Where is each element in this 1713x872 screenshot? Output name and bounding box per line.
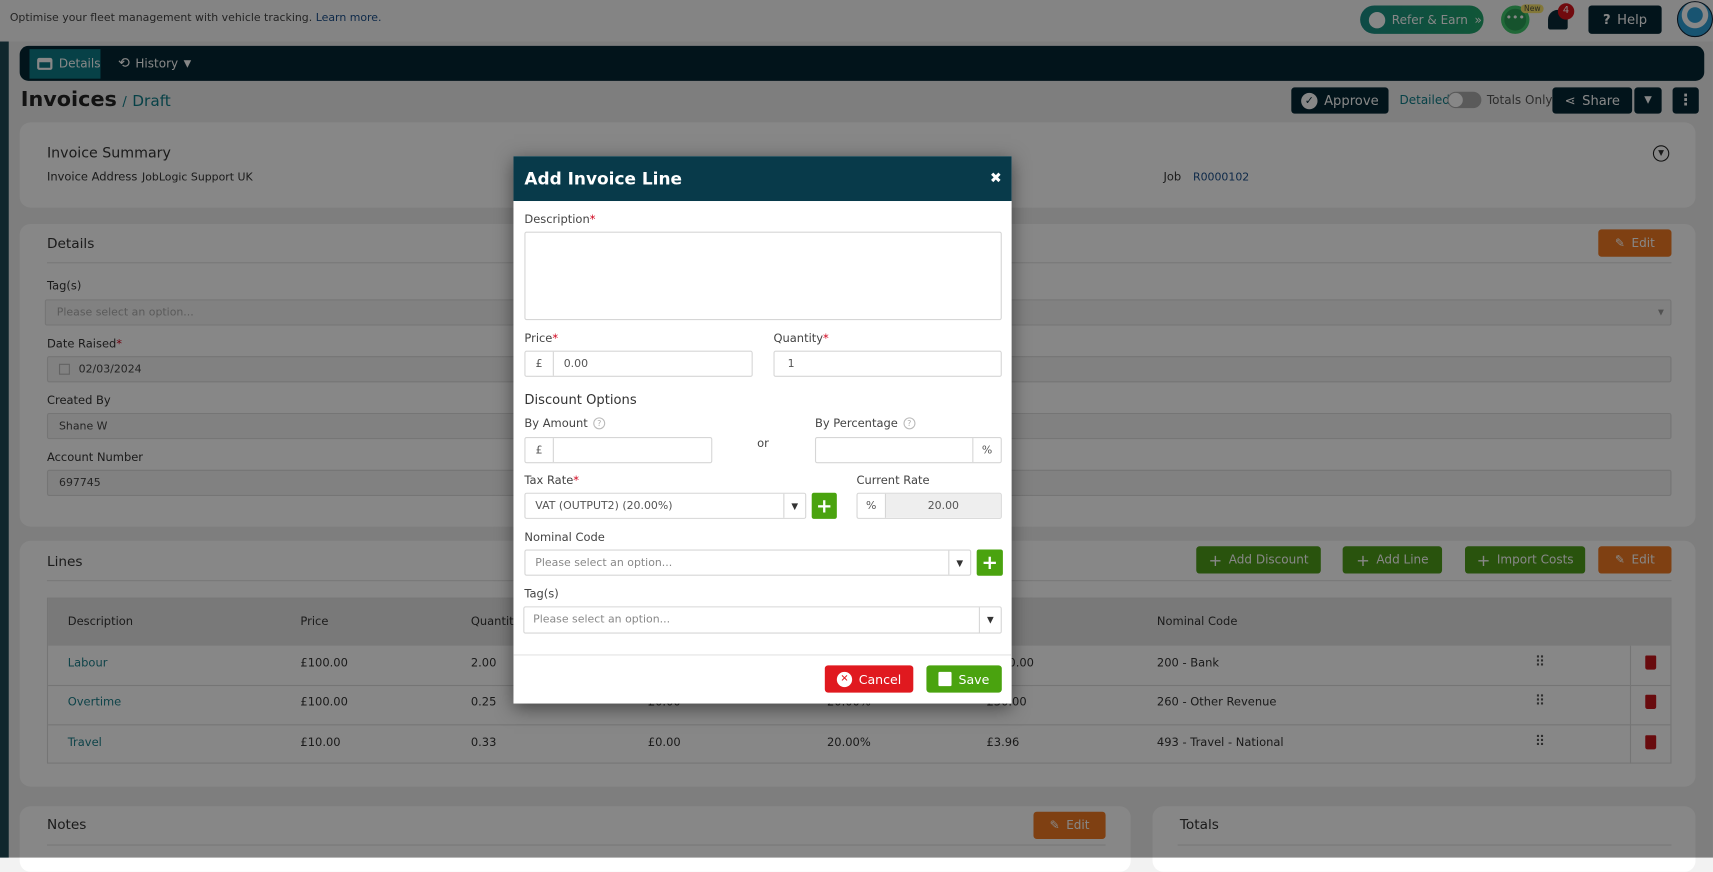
- by-percentage-label: By Percentage?: [814, 417, 916, 431]
- cancel-circle-icon: ✕: [836, 671, 853, 687]
- floppy-disk-icon: [938, 671, 952, 687]
- tax-rate-select[interactable]: VAT (OUTPUT2) (20.00%) ▼: [524, 492, 807, 519]
- tax-rate-label: Tax Rate*: [524, 474, 580, 488]
- by-amount-label: By Amount?: [524, 417, 606, 431]
- modal-title: Add Invoice Line: [524, 168, 683, 189]
- chevron-down-icon: ▼: [948, 550, 970, 575]
- add-nominal-code-button[interactable]: +: [976, 549, 1003, 576]
- currency-prefix: £: [525, 351, 554, 376]
- modal-header: Add Invoice Line ✖: [513, 156, 1012, 202]
- price-value: 0.00: [563, 357, 589, 370]
- quantity-label-text: Quantity: [773, 332, 824, 346]
- modal-tags-label: Tag(s): [524, 587, 559, 601]
- tax-rate-text: Tax Rate: [524, 474, 574, 488]
- currency-prefix: £: [525, 438, 554, 463]
- price-input[interactable]: £0.00: [524, 350, 753, 377]
- by-amount-text: By Amount: [524, 417, 588, 431]
- save-label: Save: [958, 671, 990, 687]
- save-button[interactable]: Save: [926, 665, 1002, 693]
- percent-prefix: %: [858, 493, 886, 518]
- chevron-down-icon: ▼: [783, 493, 805, 518]
- modal-tags-select[interactable]: Please select an option... ▼: [523, 606, 1002, 634]
- help-icon[interactable]: ?: [593, 417, 606, 430]
- quantity-value: 1: [787, 357, 795, 370]
- modal-footer-divider: [513, 654, 1012, 656]
- price-label: Price*: [524, 332, 559, 346]
- close-icon[interactable]: ✖: [990, 170, 1002, 186]
- by-percentage-text: By Percentage: [814, 417, 898, 431]
- quantity-label: Quantity*: [773, 332, 829, 346]
- description-textarea[interactable]: [524, 231, 1002, 321]
- cancel-button[interactable]: ✕ Cancel: [824, 665, 914, 693]
- quantity-input[interactable]: 1: [773, 350, 1002, 377]
- nominal-code-select[interactable]: Please select an option... ▼: [524, 549, 972, 576]
- modal-tags-placeholder: Please select an option...: [533, 613, 671, 626]
- help-icon[interactable]: ?: [903, 417, 916, 430]
- add-tax-rate-button[interactable]: +: [811, 492, 837, 519]
- discount-percentage-input[interactable]: %: [814, 436, 1002, 464]
- description-label: Description*: [524, 213, 596, 227]
- chevron-down-icon: ▼: [978, 607, 1001, 633]
- discount-amount-input[interactable]: £: [524, 436, 713, 464]
- discount-options-title: Discount Options: [524, 392, 637, 408]
- cancel-label: Cancel: [858, 671, 902, 687]
- current-rate-input: % 20.00: [856, 492, 1002, 519]
- nominal-code-placeholder: Please select an option...: [535, 556, 673, 569]
- current-rate-label: Current Rate: [856, 474, 930, 488]
- percent-suffix: %: [972, 438, 1000, 463]
- price-label-text: Price: [524, 332, 553, 346]
- nominal-code-label: Nominal Code: [524, 530, 605, 545]
- description-label-text: Description: [524, 213, 590, 227]
- or-label: or: [757, 436, 769, 451]
- tax-rate-value: VAT (OUTPUT2) (20.00%): [535, 499, 673, 512]
- current-rate-value: 20.00: [885, 493, 1001, 518]
- add-invoice-line-modal: Add Invoice Line ✖ Description* Price* £…: [513, 156, 1012, 704]
